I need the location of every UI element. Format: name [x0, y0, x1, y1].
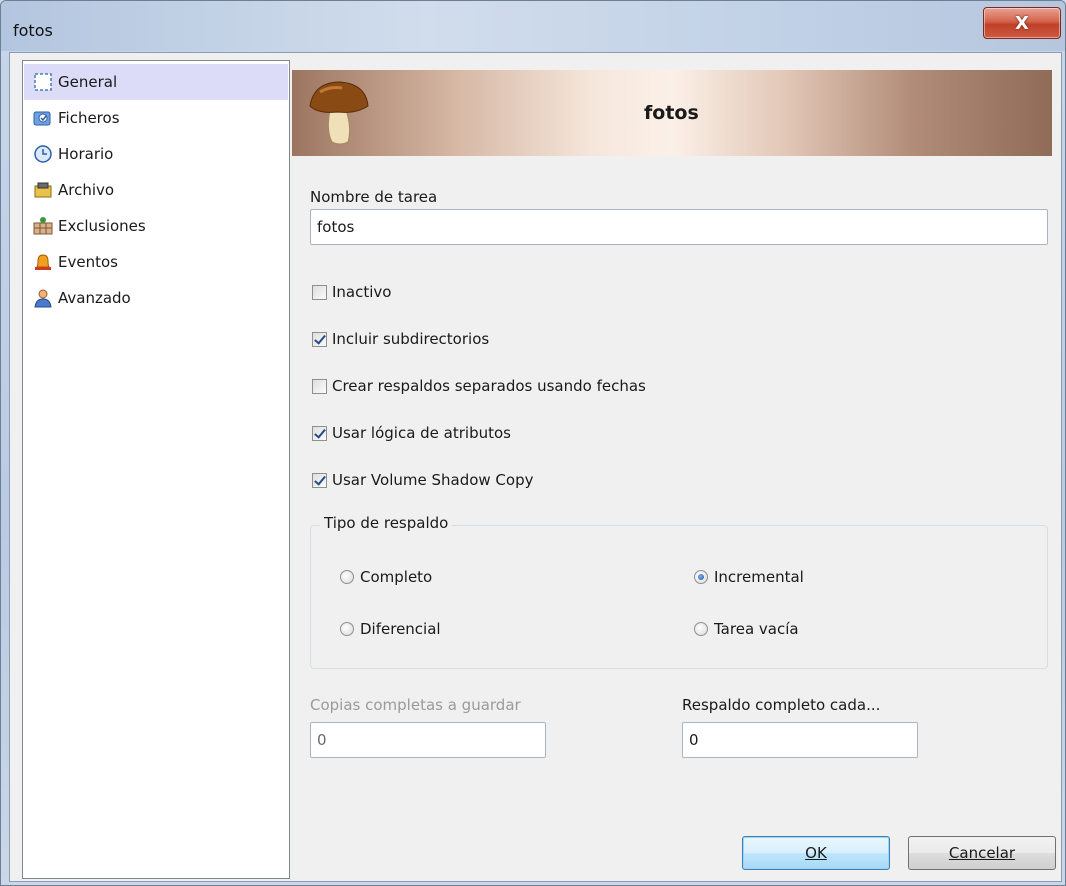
checkbox-box[interactable] — [312, 284, 327, 300]
radio-label: Tarea vacía — [714, 620, 799, 638]
checkbox-label: Usar lógica de atributos — [332, 424, 511, 442]
close-icon: X — [1015, 12, 1029, 34]
sidebar-item-archivo[interactable]: Archivo — [24, 172, 288, 208]
full-every-input[interactable]: 0 — [682, 722, 918, 758]
sidebar-item-exclusiones[interactable]: Exclusiones — [24, 208, 288, 244]
sidebar-item-label: Exclusiones — [58, 217, 146, 235]
sidebar-item-label: Archivo — [58, 181, 115, 199]
sidebar-item-label: Eventos — [58, 253, 118, 271]
dialog-window: fotos X General Ficheros Horario Archivo… — [0, 0, 1066, 886]
user-icon — [32, 287, 54, 309]
ok-button-label: OK — [805, 844, 827, 862]
radio-tarea-vacia[interactable]: Tarea vacía — [694, 620, 799, 638]
bell-icon — [32, 251, 54, 273]
header-banner: fotos — [292, 70, 1052, 156]
sidebar-item-label: Ficheros — [58, 109, 120, 127]
checkbox-box[interactable] — [312, 425, 327, 441]
mushroom-icon — [306, 76, 370, 150]
checkbox-label: Incluir subdirectorios — [332, 330, 490, 348]
cancel-button-label: Cancelar — [948, 844, 1016, 862]
radio-label: Incremental — [714, 568, 804, 586]
attribute-logic-checkbox[interactable]: Usar lógica de atributos — [312, 424, 511, 442]
title-bar[interactable]: fotos X — [1, 1, 1065, 51]
backup-type-legend: Tipo de respaldo — [320, 514, 453, 532]
full-every-label: Respaldo completo cada... — [682, 696, 881, 714]
sidebar-item-ficheros[interactable]: Ficheros — [24, 100, 288, 136]
sidebar-item-label: Horario — [58, 145, 114, 163]
radio-circle[interactable] — [694, 570, 708, 584]
inactive-checkbox[interactable]: Inactivo — [312, 283, 391, 301]
include-subdirs-checkbox[interactable]: Incluir subdirectorios — [312, 330, 489, 348]
dated-backups-checkbox[interactable]: Crear respaldos separados usando fechas — [312, 377, 646, 395]
clock-icon — [32, 143, 54, 165]
full-copies-input: 0 — [310, 722, 546, 758]
sidebar-item-label: General — [58, 73, 118, 91]
sidebar-item-label: Avanzado — [58, 289, 131, 307]
checkbox-label: Crear respaldos separados usando fechas — [332, 377, 646, 395]
radio-circle[interactable] — [694, 622, 708, 636]
sidebar-item-eventos[interactable]: Eventos — [24, 244, 288, 280]
ok-button[interactable]: OK — [742, 836, 890, 870]
checkbox-box[interactable] — [312, 472, 327, 488]
sidebar-item-horario[interactable]: Horario — [24, 136, 288, 172]
dialog-client-area: General Ficheros Horario Archivo Exclusi… — [9, 52, 1062, 882]
radio-circle[interactable] — [340, 570, 354, 584]
checkbox-label: Inactivo — [332, 283, 392, 301]
banner-title: fotos — [644, 102, 699, 124]
exclusions-icon — [32, 215, 54, 237]
full-copies-label: Copias completas a guardar — [310, 696, 521, 714]
radio-circle[interactable] — [340, 622, 354, 636]
cancel-button[interactable]: Cancelar — [908, 836, 1056, 870]
close-button[interactable]: X — [983, 7, 1061, 39]
sidebar-nav: General Ficheros Horario Archivo Exclusi… — [22, 60, 290, 879]
checkbox-label: Usar Volume Shadow Copy — [332, 471, 534, 489]
checkbox-box[interactable] — [312, 378, 327, 394]
task-name-input[interactable]: fotos — [310, 209, 1048, 245]
radio-label: Diferencial — [360, 620, 441, 638]
general-page-icon — [32, 71, 54, 93]
files-icon — [32, 107, 54, 129]
checkbox-box[interactable] — [312, 331, 327, 347]
general-page: fotos Nombre de tarea fotos Inactivo Inc… — [292, 60, 1056, 877]
window-title: fotos — [13, 21, 53, 40]
shadow-copy-checkbox[interactable]: Usar Volume Shadow Copy — [312, 471, 533, 489]
radio-incremental[interactable]: Incremental — [694, 568, 804, 586]
radio-completo[interactable]: Completo — [340, 568, 432, 586]
sidebar-item-avanzado[interactable]: Avanzado — [24, 280, 288, 316]
task-name-label: Nombre de tarea — [310, 188, 438, 206]
radio-label: Completo — [360, 568, 433, 586]
archive-icon — [32, 179, 54, 201]
radio-diferencial[interactable]: Diferencial — [340, 620, 441, 638]
backup-type-group — [310, 525, 1048, 669]
sidebar-item-general[interactable]: General — [24, 64, 288, 100]
